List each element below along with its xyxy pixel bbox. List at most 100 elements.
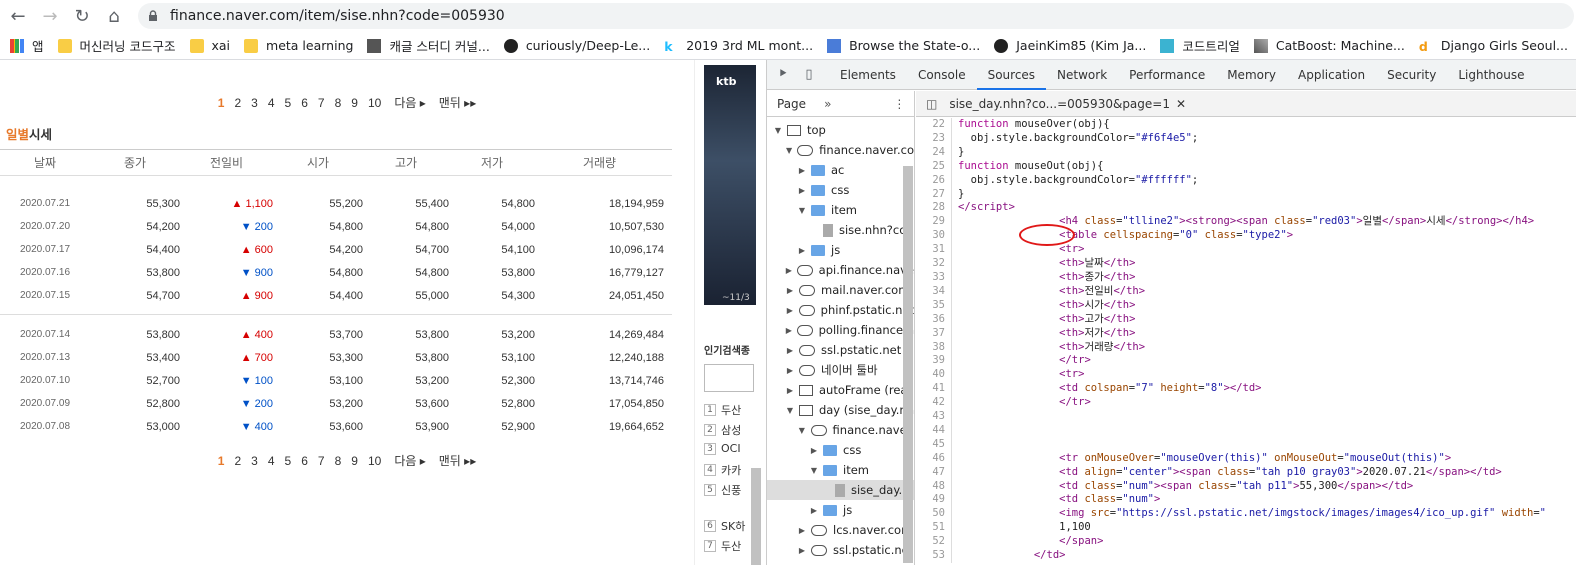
page-link[interactable]: 5 <box>285 454 292 468</box>
collapse-arrow-icon[interactable]: ▶ <box>797 166 807 175</box>
tab-performance[interactable]: Performance <box>1118 60 1216 90</box>
bookmark-item[interactable]: meta learning <box>244 38 353 53</box>
tab-memory[interactable]: Memory <box>1216 60 1287 90</box>
popular-item[interactable]: 2 삼성 <box>704 422 741 438</box>
tree-item[interactable]: ▶ ssl.pstatic.net <box>767 540 914 560</box>
popular-search-box[interactable] <box>704 364 754 392</box>
popular-item[interactable]: 4 카카 <box>704 462 741 478</box>
bookmark-item[interactable]: JaeinKim85 (Kim Ja... <box>994 38 1146 53</box>
tab-application[interactable]: Application <box>1287 60 1376 90</box>
forward-icon[interactable]: → <box>36 2 64 30</box>
tab-console[interactable]: Console <box>907 60 977 90</box>
more-tabs-icon[interactable]: » <box>824 97 831 111</box>
page-link[interactable]: 10 <box>368 96 381 110</box>
popular-item[interactable]: 3 OCI <box>704 442 741 455</box>
tree-item[interactable]: ▶ api.finance.nave <box>767 260 914 280</box>
next-page-link[interactable]: 다음 ▸ <box>394 452 425 469</box>
tree-item[interactable]: ▶ lcs.naver.com <box>767 520 914 540</box>
popular-item[interactable]: 7 두산 <box>704 538 741 554</box>
page-link[interactable]: 4 <box>268 96 275 110</box>
tree-item[interactable]: ▶ ac <box>767 160 914 180</box>
expand-arrow-icon[interactable]: ▼ <box>809 466 819 475</box>
tree-item[interactable]: ▼ day (sise_day.nh <box>767 400 914 420</box>
table-row[interactable]: 2020.07.08 53,000 ▼ 400 53,600 53,900 52,900 1… <box>0 415 672 438</box>
close-tab-icon[interactable]: ✕ <box>1176 97 1186 111</box>
table-row[interactable]: 2020.07.09 52,800 ▼ 200 53,200 53,600 52,800 1… <box>0 392 672 415</box>
tree-item[interactable]: ▶ 네이버 툴바 <box>767 360 914 380</box>
expand-arrow-icon[interactable]: ▼ <box>797 426 807 435</box>
page-link[interactable]: 7 <box>318 96 325 110</box>
collapse-arrow-icon[interactable]: ▶ <box>785 346 795 355</box>
tree-item[interactable]: ▶ js <box>767 500 914 520</box>
table-row[interactable]: 2020.07.16 53,800 ▼ 900 54,800 54,800 53,800 1… <box>0 261 672 284</box>
collapse-arrow-icon[interactable]: ▶ <box>785 266 793 275</box>
tab-lighthouse[interactable]: Lighthouse <box>1447 60 1535 90</box>
expand-arrow-icon[interactable]: ▼ <box>785 146 793 155</box>
tree-item[interactable]: ▶ polling.finance.n <box>767 320 914 340</box>
table-row[interactable]: 2020.07.10 52,700 ▼ 100 53,100 53,200 52,300 1… <box>0 369 672 392</box>
collapse-arrow-icon[interactable]: ▶ <box>785 286 795 295</box>
tree-item[interactable]: ▶ autoFrame (reat <box>767 380 914 400</box>
bookmark-item[interactable]: Browse the State-o... <box>827 38 980 53</box>
collapse-arrow-icon[interactable]: ▶ <box>797 546 807 555</box>
tab-elements[interactable]: Elements <box>829 60 907 90</box>
ad-banner[interactable]: ktb ~11/3 <box>704 65 756 305</box>
home-icon[interactable]: ⌂ <box>100 2 128 30</box>
page-link[interactable]: 3 <box>251 454 258 468</box>
page-link[interactable]: 9 <box>351 96 358 110</box>
page-link[interactable]: 5 <box>285 96 292 110</box>
page-link[interactable]: 8 <box>335 454 342 468</box>
kebab-menu-icon[interactable]: ⋮ <box>893 97 905 111</box>
reload-icon[interactable]: ↻ <box>68 2 96 30</box>
tree-item[interactable]: ▶ js <box>767 240 914 260</box>
collapse-arrow-icon[interactable]: ▶ <box>785 306 795 315</box>
next-page-link[interactable]: 다음 ▸ <box>394 94 425 111</box>
expand-arrow-icon[interactable]: ▼ <box>773 126 783 135</box>
collapse-arrow-icon[interactable]: ▶ <box>785 366 795 375</box>
collapse-arrow-icon[interactable]: ▶ <box>785 386 795 395</box>
page-link[interactable]: 8 <box>335 96 342 110</box>
bookmark-item[interactable]: curiously/Deep-Le... <box>503 38 650 53</box>
page-link[interactable]: 4 <box>268 454 275 468</box>
tree-item[interactable]: ▼ item <box>767 200 914 220</box>
tree-item[interactable]: ▶ css <box>767 440 914 460</box>
tree-item[interactable]: ▶ phinf.pstatic.net <box>767 300 914 320</box>
tree-item[interactable]: sise_day. <box>767 480 914 500</box>
last-page-link[interactable]: 맨뒤 ▸▸ <box>439 452 476 469</box>
last-page-link[interactable]: 맨뒤 ▸▸ <box>439 94 476 111</box>
tab-sources[interactable]: Sources <box>976 60 1047 90</box>
tree-item[interactable]: ▶ css <box>767 180 914 200</box>
bookmark-item[interactable]: 코드트리얼 <box>1160 36 1240 55</box>
collapse-arrow-icon[interactable]: ▶ <box>797 246 807 255</box>
tab-network[interactable]: Network <box>1046 60 1118 90</box>
bookmark-item[interactable]: CatBoost: Machine... <box>1253 38 1405 53</box>
page-link[interactable]: 1 <box>218 454 225 468</box>
tree-item[interactable]: ▼ finance.naver. <box>767 420 914 440</box>
table-row[interactable]: 2020.07.21 55,300 ▲ 1,100 55,200 55,400 54,80… <box>0 192 672 215</box>
tree-item[interactable]: ▶ ssl.pstatic.net <box>767 340 914 360</box>
table-row[interactable]: 2020.07.20 54,200 ▼ 200 54,800 54,800 54,000 1… <box>0 215 672 238</box>
code-editor[interactable]: 22 function mouseOver(obj){23 obj.style.b… <box>916 118 1576 565</box>
bookmark-item[interactable]: d Django Girls Seoul... <box>1419 38 1568 54</box>
collapse-arrow-icon[interactable]: ▶ <box>797 526 807 535</box>
page-link[interactable]: 2 <box>234 96 241 110</box>
table-row[interactable]: 2020.07.17 54,400 ▲ 600 54,200 54,700 54,100 1… <box>0 238 672 261</box>
collapse-arrow-icon[interactable]: ▶ <box>809 446 819 455</box>
popular-item[interactable]: 5 신풍 <box>704 482 741 498</box>
url-bar[interactable]: finance.naver.com/item/sise.nhn?code=005… <box>138 3 1574 29</box>
page-link[interactable]: 3 <box>251 96 258 110</box>
tree-item[interactable]: sise.nhn?co <box>767 220 914 240</box>
bookmark-item[interactable]: k 2019 3rd ML mont... <box>664 38 813 54</box>
collapse-arrow-icon[interactable]: ▶ <box>797 186 807 195</box>
bookmark-item[interactable]: xai <box>189 38 230 53</box>
page-link[interactable]: 9 <box>351 454 358 468</box>
table-row[interactable]: 2020.07.15 54,700 ▲ 900 54,400 55,000 54,300 2… <box>0 284 672 307</box>
table-row[interactable]: 2020.07.13 53,400 ▲ 700 53,300 53,800 53,100 1… <box>0 346 672 369</box>
page-link[interactable]: 7 <box>318 454 325 468</box>
collapse-arrow-icon[interactable]: ▶ <box>785 326 793 335</box>
tree-item[interactable]: ▼ item <box>767 460 914 480</box>
toggle-navigator-icon[interactable]: ◫ <box>926 97 937 111</box>
back-icon[interactable]: ← <box>4 2 32 30</box>
editor-tab-label[interactable]: sise_day.nhn?co...=005930&page=1 <box>949 97 1170 111</box>
page-link[interactable]: 2 <box>234 454 241 468</box>
